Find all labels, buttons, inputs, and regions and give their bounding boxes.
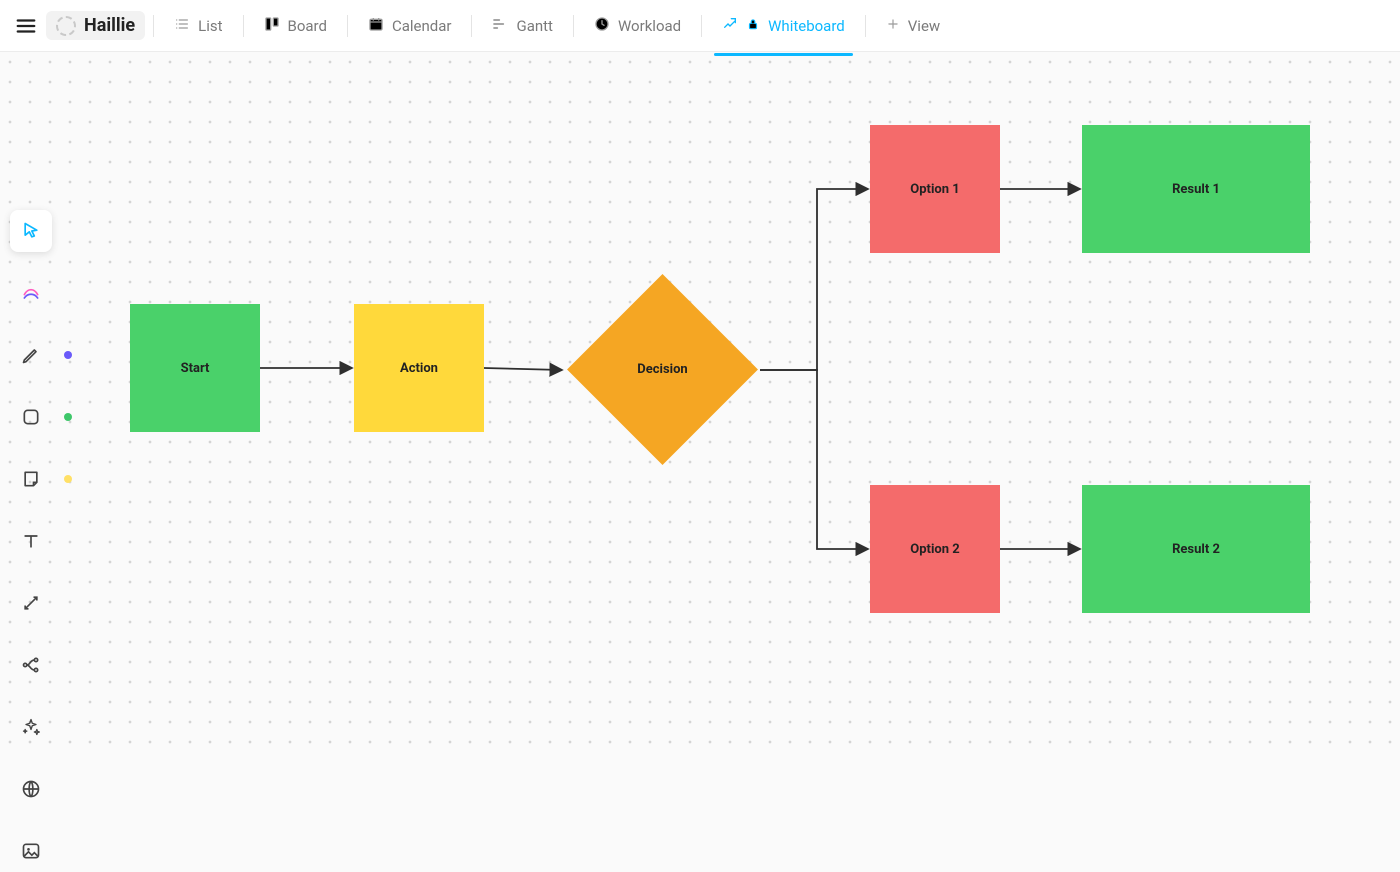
tool-image[interactable]: [10, 830, 52, 872]
edge-decision-option1: [760, 189, 868, 370]
sparkle-icon: [21, 717, 41, 737]
tool-mindmap[interactable]: [10, 644, 52, 686]
sticky-color-swatch: [64, 475, 72, 483]
tool-pen[interactable]: [10, 334, 52, 376]
tab-board[interactable]: Board: [252, 10, 339, 42]
edge-decision-option2: [760, 370, 868, 549]
space-title: Haillie: [84, 15, 135, 36]
add-view-button[interactable]: View: [874, 11, 952, 41]
image-icon: [21, 841, 41, 861]
space-title-button[interactable]: Haillie: [46, 11, 145, 40]
tab-calendar[interactable]: Calendar: [356, 10, 464, 42]
workload-icon: [594, 16, 610, 36]
node-action[interactable]: Action: [354, 304, 484, 432]
tool-connector[interactable]: [10, 582, 52, 624]
whiteboard-icon: [722, 16, 738, 36]
menu-toggle-button[interactable]: [10, 10, 42, 42]
node-label: Decision: [637, 362, 687, 377]
tab-workload[interactable]: Workload: [582, 10, 693, 42]
edge-action-decision: [484, 368, 562, 370]
tab-whiteboard[interactable]: Whiteboard: [710, 10, 857, 42]
divider: [865, 15, 866, 37]
top-bar: Haillie List Board Calendar Gantt Worklo…: [0, 0, 1400, 52]
tool-text[interactable]: [10, 520, 52, 562]
pen-icon: [21, 345, 41, 365]
toolbar: [10, 210, 52, 872]
node-option1[interactable]: Option 1: [870, 125, 1000, 253]
connector-icon: [21, 593, 41, 613]
node-label: Result 1: [1172, 182, 1220, 197]
divider: [243, 15, 244, 37]
tab-label: Gantt: [516, 17, 552, 35]
tool-shape[interactable]: [10, 396, 52, 438]
tab-label: Workload: [618, 17, 681, 35]
tab-label: List: [198, 17, 222, 35]
tool-web[interactable]: [10, 768, 52, 810]
tab-list[interactable]: List: [162, 10, 234, 42]
tool-magic[interactable]: [10, 706, 52, 748]
globe-icon: [21, 779, 41, 799]
tab-label: View: [908, 17, 940, 35]
tab-gantt[interactable]: Gantt: [480, 10, 564, 42]
tab-label: Whiteboard: [768, 17, 845, 35]
tab-label: Board: [288, 17, 327, 35]
mindmap-icon: [21, 655, 41, 675]
tab-label: Calendar: [392, 17, 452, 35]
node-start[interactable]: Start: [130, 304, 260, 432]
sticky-icon: [21, 469, 41, 489]
node-label: Option 2: [910, 542, 959, 557]
ai-icon: [21, 283, 41, 303]
tool-ai[interactable]: [10, 272, 52, 314]
divider: [471, 15, 472, 37]
shape-color-swatch: [64, 413, 72, 421]
node-result2[interactable]: Result 2: [1082, 485, 1310, 613]
node-label: Action: [400, 361, 438, 376]
space-avatar-icon: [56, 16, 76, 36]
lock-icon: [746, 17, 760, 35]
divider: [573, 15, 574, 37]
divider: [347, 15, 348, 37]
whiteboard-canvas[interactable]: Start Action Decision Option 1 Option 2 …: [0, 52, 1400, 751]
tool-select[interactable]: [10, 210, 52, 252]
tool-sticky[interactable]: [10, 458, 52, 500]
board-icon: [264, 16, 280, 36]
node-label: Result 2: [1172, 542, 1220, 557]
list-icon: [174, 16, 190, 36]
gantt-icon: [492, 16, 508, 36]
node-result1[interactable]: Result 1: [1082, 125, 1310, 253]
pen-color-swatch: [64, 351, 72, 359]
shape-icon: [21, 407, 41, 427]
plus-icon: [886, 17, 900, 35]
node-decision[interactable]: Decision: [595, 302, 730, 437]
text-icon: [21, 531, 41, 551]
calendar-icon: [368, 16, 384, 36]
cursor-icon: [21, 221, 41, 241]
divider: [153, 15, 154, 37]
hamburger-icon: [15, 15, 37, 37]
node-label: Option 1: [910, 182, 959, 197]
node-label: Start: [181, 361, 210, 376]
divider: [701, 15, 702, 37]
node-option2[interactable]: Option 2: [870, 485, 1000, 613]
